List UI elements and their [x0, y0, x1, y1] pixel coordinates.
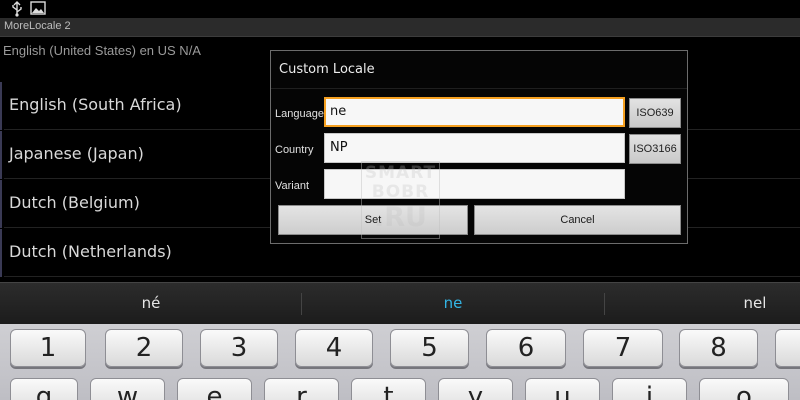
- key-u[interactable]: u: [525, 378, 600, 400]
- dialog-title: Custom Locale: [279, 62, 375, 77]
- key-q[interactable]: q: [10, 378, 78, 400]
- key-9-partial[interactable]: [775, 329, 800, 367]
- locale-item-label: Dutch (Belgium): [9, 193, 140, 212]
- watermark-line: .RU: [374, 202, 427, 233]
- key-5[interactable]: 5: [390, 329, 469, 367]
- current-locale-text: English (United States) en US N/A: [3, 43, 201, 58]
- key-t[interactable]: t: [351, 378, 426, 400]
- key-r[interactable]: r: [264, 378, 339, 400]
- key-2[interactable]: 2: [105, 329, 183, 367]
- key-o[interactable]: o: [699, 378, 789, 400]
- key-7[interactable]: 7: [583, 329, 663, 367]
- suggestion-item-primary[interactable]: ne: [393, 294, 513, 312]
- key-i[interactable]: i: [612, 378, 687, 400]
- image-icon: [30, 1, 46, 15]
- language-input[interactable]: ne: [324, 97, 625, 127]
- watermark: SMART BOBR .RU: [361, 161, 440, 239]
- key-1[interactable]: 1: [10, 329, 86, 367]
- custom-locale-dialog: Custom Locale Language ne ISO639 Country…: [270, 50, 688, 244]
- watermark-line: SMART: [364, 163, 437, 183]
- key-6[interactable]: 6: [486, 329, 566, 367]
- iso3166-button[interactable]: ISO3166: [629, 134, 681, 164]
- locale-item-label: Japanese (Japan): [9, 144, 144, 163]
- country-input[interactable]: NP: [324, 133, 625, 163]
- language-label: Language: [275, 108, 324, 120]
- divider: [4, 276, 800, 277]
- onscreen-keyboard: 1 2 3 4 5 6 7 8 q w e r t y u i o: [0, 324, 800, 400]
- divider: [301, 293, 302, 315]
- suggestion-item[interactable]: né: [91, 294, 211, 312]
- key-w[interactable]: w: [90, 378, 165, 400]
- key-y[interactable]: y: [438, 378, 513, 400]
- iso639-button[interactable]: ISO639: [629, 98, 681, 128]
- status-bar: [0, 0, 800, 18]
- key-4[interactable]: 4: [295, 329, 373, 367]
- locale-item-label: Dutch (Netherlands): [9, 242, 172, 261]
- suggestion-strip: né ne nel: [0, 282, 800, 324]
- app-title-bar: MoreLocale 2: [0, 18, 800, 37]
- key-8[interactable]: 8: [679, 329, 758, 367]
- suggestion-item[interactable]: nel: [695, 294, 800, 312]
- usb-icon: [12, 1, 22, 17]
- watermark-line: BOBR: [371, 182, 430, 202]
- app-title: MoreLocale 2: [4, 20, 71, 32]
- dialog-divider: [271, 88, 687, 89]
- divider: [604, 293, 605, 315]
- country-label: Country: [275, 144, 314, 156]
- locale-item-label: English (South Africa): [9, 95, 182, 114]
- key-e[interactable]: e: [177, 378, 252, 400]
- key-3[interactable]: 3: [200, 329, 278, 367]
- variant-label: Variant: [275, 180, 310, 192]
- cancel-button[interactable]: Cancel: [474, 205, 681, 235]
